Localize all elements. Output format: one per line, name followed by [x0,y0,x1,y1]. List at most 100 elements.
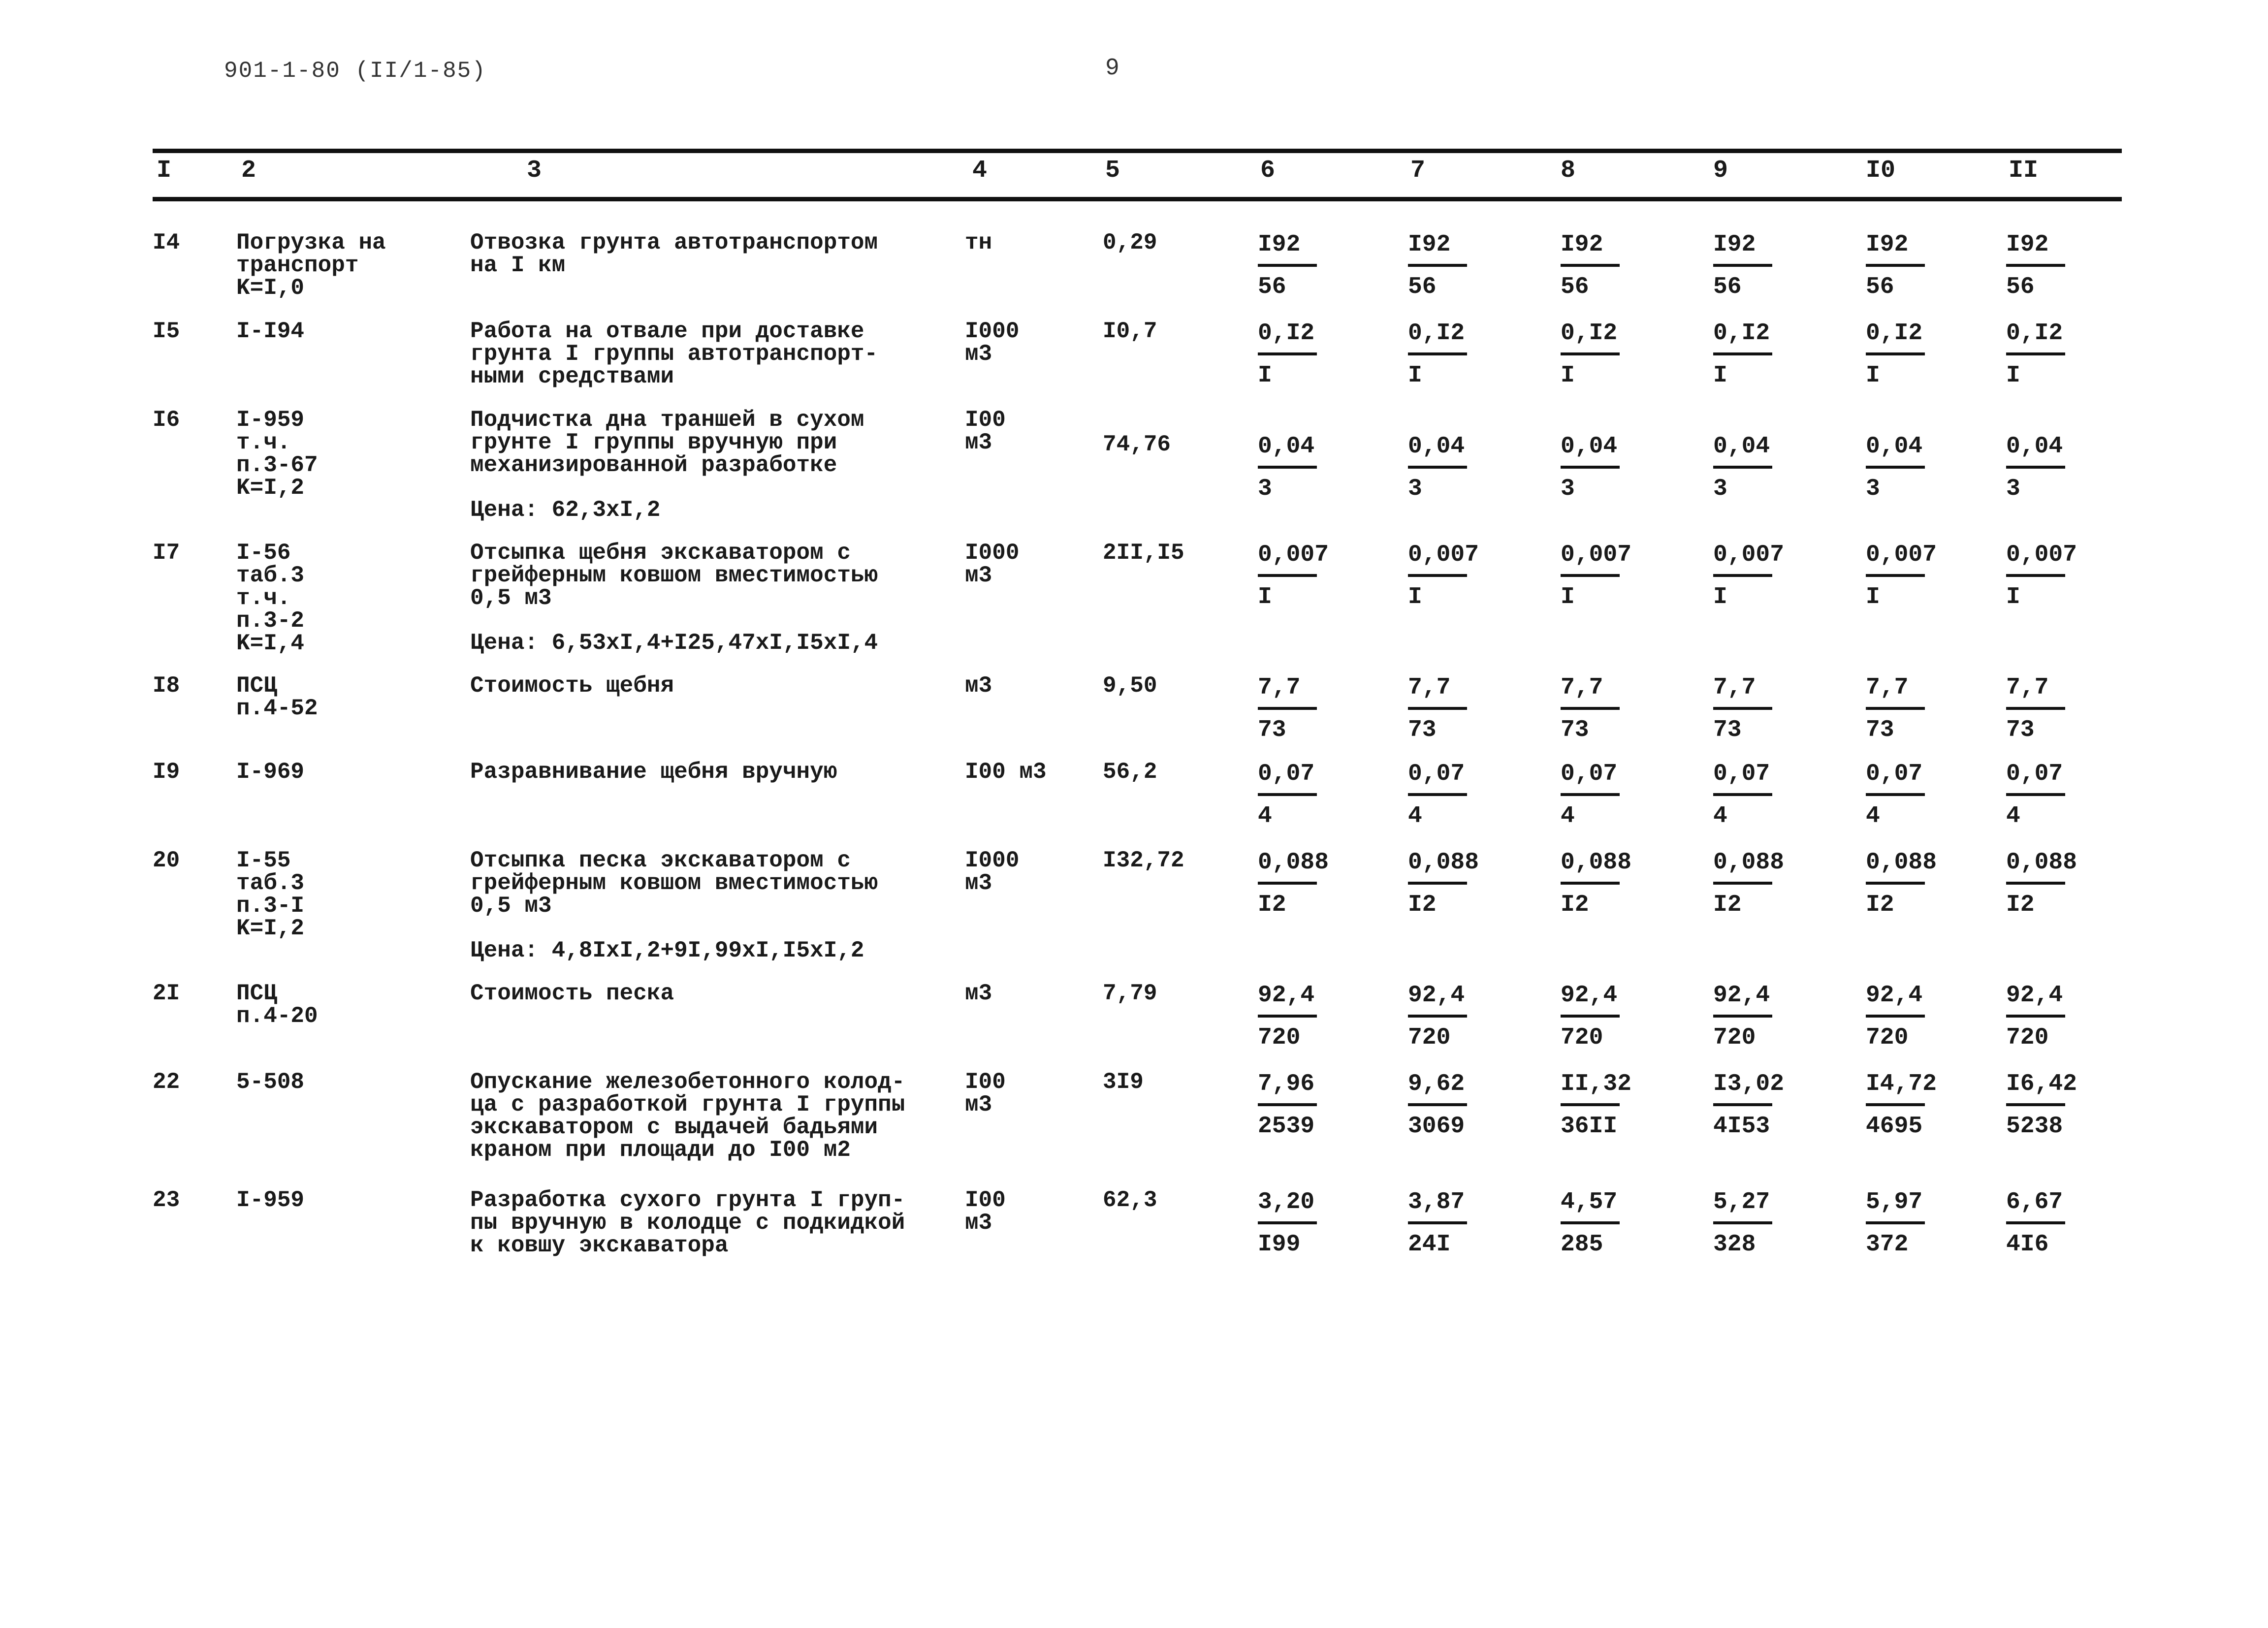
work-description: Стоимость щебня [470,673,674,699]
quantity-value: 7,7 [1866,674,1909,701]
cost-value: 4 [1408,803,1422,830]
quantity-value: 0,088 [1408,849,1479,876]
quantity-value: 92,4 [1713,982,1770,1009]
quantity-cost-fraction: 0,04 3 [1561,433,1659,502]
price-formula: Цена: 6,53xI,4+I25,47xI,I5xI,4 [470,630,878,656]
quantity-value: 0,I2 [1713,320,1770,347]
cost-value: I2 [1713,892,1742,918]
quantity-cost-fraction: 5,27 328 [1713,1189,1812,1258]
fraction-bar [1258,882,1317,885]
quantity-value: I92 [1258,231,1301,258]
quantity-value: 5,97 [1866,1189,1923,1215]
quantity-cost-fraction: 0,088 I2 [2006,849,2105,918]
col-header-5: 5 [1105,157,1120,185]
unit-of-measure: м3 [965,673,992,699]
norm-reference: I-969 [236,759,305,785]
work-description: Стоимость песка [470,981,674,1006]
quantity-value: 0,088 [1866,849,1937,876]
cost-value: 56 [1561,274,1589,300]
work-description: Отсыпка щебня экскаватором с грейферным … [470,540,878,611]
quantity-cost-fraction: 0,04 3 [2006,433,2105,502]
fraction-bar [1713,1103,1772,1106]
quantity-value: 6,67 [2006,1189,2063,1215]
cost-value: I [1408,362,1422,389]
fraction-bar [2006,352,2065,355]
quantity-cost-fraction: 0,07 4 [1408,761,1506,830]
col-header-9: 9 [1713,157,1728,185]
cost-value: I [1713,362,1727,389]
quantity-cost-fraction: 3,87 24I [1408,1189,1506,1258]
quantity-value: I4,72 [1866,1071,1937,1097]
quantity-cost-fraction: I92 56 [2006,231,2105,300]
quantity-cost-fraction: 7,7 73 [2006,674,2105,743]
price-formula: Цена: 4,8IxI,2+9I,99xI,I5xI,2 [470,938,864,963]
quantity-cost-fraction: 0,007 I [1561,542,1659,610]
norm-reference: Погрузка на транспорт K=I,0 [236,230,386,301]
quantity-value: 4,57 [1561,1189,1618,1215]
fraction-bar [1866,264,1925,267]
col-header-1: I [157,157,172,185]
quantity-cost-fraction: I92 56 [1258,231,1356,300]
cost-value: 56 [2006,274,2035,300]
quantity-cost-fraction: 5,97 372 [1866,1189,1964,1258]
cost-value: 56 [1713,274,1742,300]
quantity-value: 0,007 [1258,542,1329,568]
quantity-cost-fraction: I4,72 4695 [1866,1071,1964,1140]
quantity-value: 92,4 [1258,982,1315,1009]
fraction-bar [1258,352,1317,355]
quantity-cost-fraction: 0,04 3 [1258,433,1356,502]
fraction-bar [1408,1015,1467,1018]
fraction-bar [1561,882,1620,885]
cost-value: 36II [1561,1113,1618,1140]
quantity-value: 7,7 [1258,674,1301,701]
fraction-bar [1258,264,1317,267]
row-number: I6 [153,407,180,433]
norm-reference: ПСЦ п.4-20 [236,981,318,1029]
quantity-value: I92 [1561,231,1603,258]
work-description: Подчистка дна траншей в сухом грунте I г… [470,407,864,478]
unit-price: I32,72 [1103,848,1184,873]
fraction-bar [1258,1221,1317,1224]
quantity-value: 0,007 [1408,542,1479,568]
fraction-bar [1258,793,1317,796]
quantity-cost-fraction: 0,007 I [2006,542,2105,610]
quantity-cost-fraction: 92,4 720 [1408,982,1506,1051]
quantity-cost-fraction: 92,4 720 [2006,982,2105,1051]
quantity-cost-fraction: 9,62 3069 [1408,1071,1506,1140]
quantity-value: 0,007 [1561,542,1632,568]
work-description: Работа на отвале при доставке грунта I г… [470,319,878,389]
fraction-bar [1713,264,1772,267]
quantity-value: 0,07 [1713,761,1770,787]
cost-value: 73 [1408,717,1437,743]
cost-value: 372 [1866,1231,1909,1258]
cost-value: I2 [2006,892,2035,918]
cost-value: I [1258,362,1272,389]
quantity-cost-fraction: 0,07 4 [1561,761,1659,830]
quantity-value: 0,088 [2006,849,2077,876]
quantity-value: I92 [1866,231,1909,258]
norm-reference: I-56 таб.3 т.ч. п.3-2 K=I,4 [236,540,305,656]
quantity-value: 7,7 [2006,674,2049,701]
fraction-bar [1866,882,1925,885]
fraction-bar [1866,793,1925,796]
cost-value: I [2006,362,2020,389]
quantity-cost-fraction: I92 56 [1408,231,1506,300]
cost-value: 73 [1713,717,1742,743]
unit-of-measure: I000 м3 [965,319,1020,367]
quantity-value: 0,I2 [1258,320,1315,347]
quantity-value: I6,42 [2006,1071,2077,1097]
quantity-value: 3,20 [1258,1189,1315,1215]
quantity-cost-fraction: 0,I2 I [1408,320,1506,389]
fraction-bar [2006,1015,2065,1018]
quantity-value: 0,07 [2006,761,2063,787]
fraction-bar [2006,793,2065,796]
unit-price: 7,79 [1103,981,1157,1006]
quantity-cost-fraction: 0,007 I [1408,542,1506,610]
cost-value: 73 [1258,717,1286,743]
fraction-bar [1713,1015,1772,1018]
norm-reference: I-959 [236,1187,305,1213]
row-number: 2I [153,981,180,1006]
col-header-2: 2 [241,157,256,185]
cost-value: I2 [1866,892,1894,918]
cost-value: I99 [1258,1231,1301,1258]
